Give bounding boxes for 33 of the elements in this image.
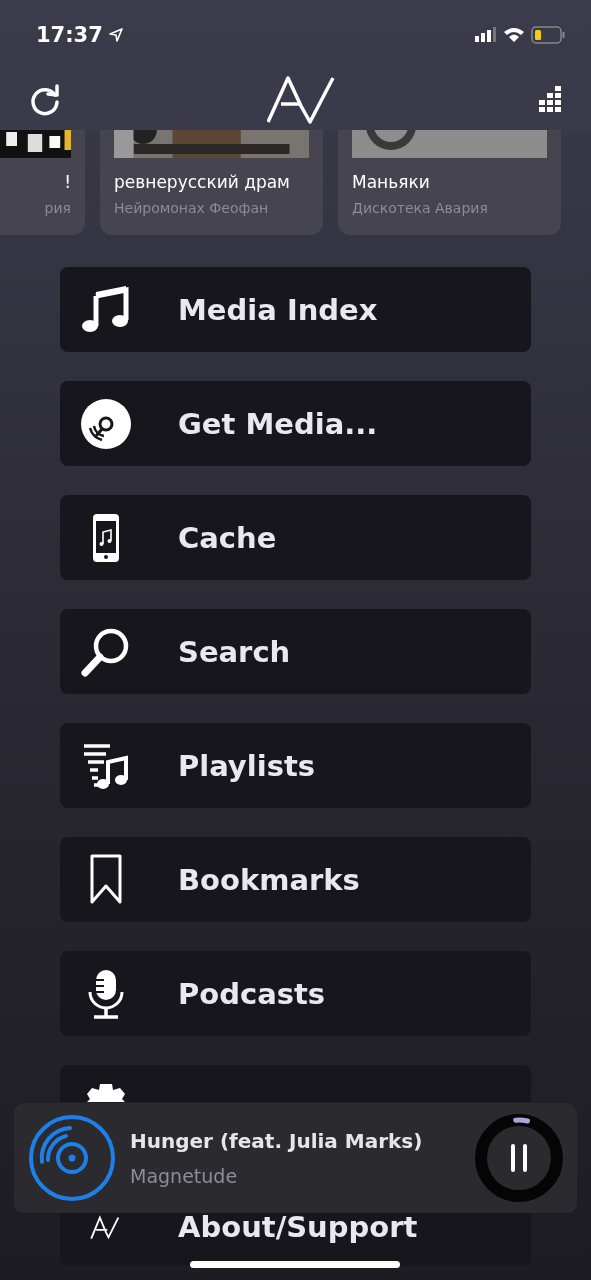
- album-card[interactable]: Маньяки Дискотека Авария: [338, 130, 561, 235]
- refresh-icon[interactable]: [28, 83, 62, 117]
- disc-icon: [80, 397, 132, 450]
- battery-icon: [531, 26, 565, 44]
- menu-item[interactable]: Search: [60, 609, 531, 694]
- disc-icon: [28, 1114, 116, 1202]
- album-artist: рия: [44, 200, 71, 216]
- album-card[interactable]: ! рия: [0, 130, 85, 235]
- menu-item[interactable]: Media Index: [60, 267, 531, 352]
- album-card[interactable]: ревнерусский драм Нейромонах Феофан: [100, 130, 323, 235]
- album-title: Маньяки: [352, 172, 431, 192]
- signal-icon: [475, 27, 497, 43]
- album-artist: Дискотека Авария: [352, 200, 489, 216]
- track-artist: Magnetude: [130, 1165, 239, 1187]
- album-title: !: [64, 172, 71, 192]
- pause-icon: [511, 1144, 527, 1172]
- menu-item[interactable]: Podcasts: [60, 951, 531, 1036]
- menu-item[interactable]: Get Media...: [60, 381, 531, 466]
- menu-item[interactable]: About/Support: [60, 1213, 531, 1266]
- track-title: Hunger (feat. Julia Marks): [130, 1129, 424, 1153]
- wifi-icon: [503, 27, 525, 43]
- logo-icon: [266, 76, 335, 124]
- now-playing-bar[interactable]: Hunger (feat. Julia Marks) Magnetude: [14, 1103, 577, 1213]
- album-title: ревнерусский драм: [114, 172, 291, 192]
- location-icon: [108, 28, 123, 42]
- menu-item[interactable]: [60, 1065, 531, 1102]
- menu-item[interactable]: Bookmarks: [60, 837, 531, 922]
- status-time: 17:37: [36, 23, 103, 47]
- pause-button[interactable]: [475, 1114, 563, 1202]
- album-artist: Нейромонах Феофан: [114, 200, 270, 216]
- equalizer-icon[interactable]: [539, 86, 563, 114]
- menu-item[interactable]: Cache: [60, 495, 531, 580]
- menu-item[interactable]: Playlists: [60, 723, 531, 808]
